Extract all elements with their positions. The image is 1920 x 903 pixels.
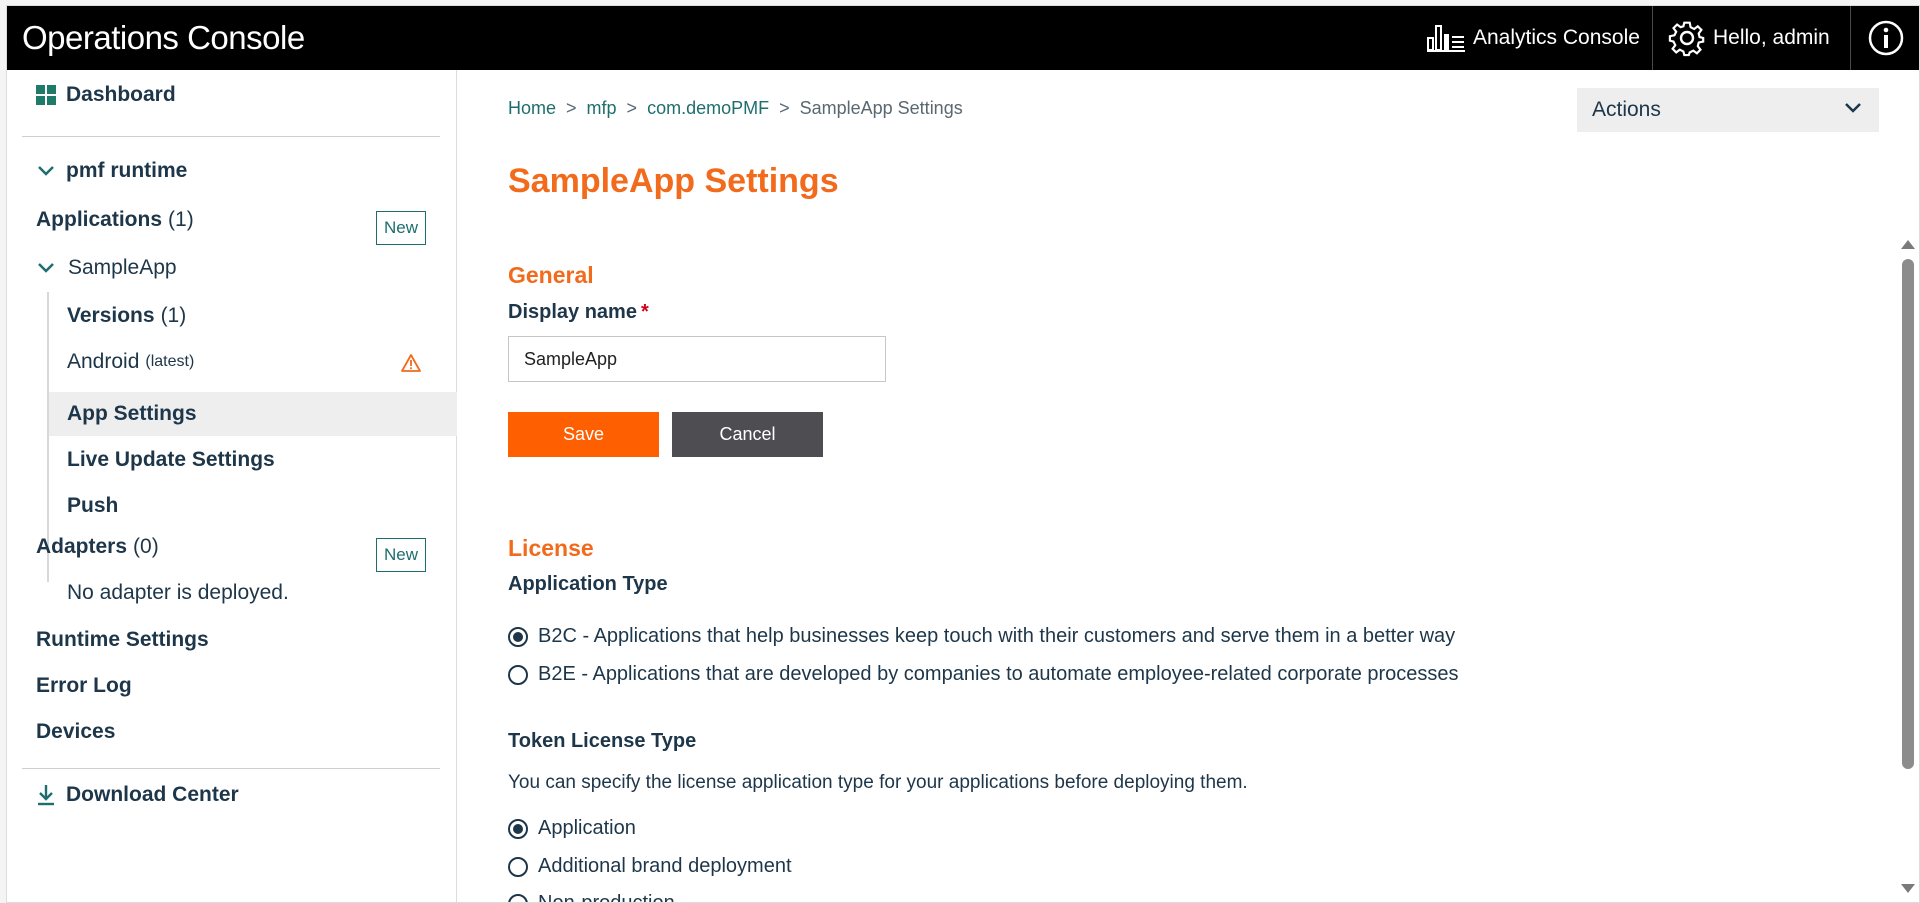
radio-b2e[interactable]: B2E - Applications that are developed by…	[508, 663, 1459, 686]
radio-button[interactable]	[508, 664, 528, 685]
save-button[interactable]: Save	[508, 412, 659, 457]
breadcrumb-separator: >	[779, 98, 790, 118]
sidebar-item-label: SampleApp	[68, 256, 177, 279]
sidebar-item-label: pmf runtime	[66, 159, 188, 182]
sidebar-item-label: Push	[67, 494, 119, 517]
breadcrumb-mfp[interactable]: mfp	[587, 98, 617, 119]
breadcrumb-separator: >	[566, 98, 577, 118]
required-marker: *	[640, 301, 649, 323]
radio-non-production[interactable]: Non-production	[508, 892, 675, 903]
sidebar-item-runtime[interactable]: pmf runtime	[36, 154, 187, 188]
radio-b2c[interactable]: B2C - Applications that help businesses …	[508, 625, 1455, 648]
user-greeting: Hello, admin	[1713, 26, 1830, 49]
sidebar-item-label: Error Log	[36, 674, 132, 697]
sidebar-item-label: Devices	[36, 720, 116, 743]
actions-dropdown-label: Actions	[1592, 98, 1661, 121]
sidebar-item-label: Versions	[67, 304, 155, 327]
sidebar-item-label: Download Center	[66, 783, 239, 806]
sidebar-item-label: App Settings	[67, 402, 197, 425]
gear-icon	[1668, 21, 1705, 57]
sidebar-item-label: Runtime Settings	[36, 628, 209, 651]
breadcrumb: Home > mfp > com.demoPMF > SampleApp Set…	[508, 98, 963, 119]
android-version-tag: (latest)	[145, 353, 195, 370]
sidebar-item-android[interactable]: Android (latest)	[67, 345, 194, 379]
app-title[interactable]: Operations Console	[22, 18, 305, 58]
radio-additional-brand[interactable]: Additional brand deployment	[508, 855, 792, 878]
analytics-console-label: Analytics Console	[1473, 26, 1640, 49]
bar-chart-icon	[1427, 25, 1465, 52]
radio-label: Application	[538, 817, 636, 839]
breadcrumb-separator: >	[626, 98, 638, 118]
sidebar-item-label: Live Update Settings	[67, 448, 275, 471]
sidebar: Dashboard pmf runtime Applications (1) N…	[7, 70, 457, 902]
radio-label: B2E - Applications that are developed by…	[538, 663, 1459, 685]
top-divider	[1652, 6, 1653, 70]
sidebar-item-runtime-settings[interactable]: Runtime Settings	[36, 623, 209, 657]
sidebar-item-applications[interactable]: Applications (1)	[36, 203, 194, 237]
sidebar-item-download-center[interactable]: Download Center	[36, 778, 239, 812]
analytics-console-link[interactable]: Analytics Console	[1427, 6, 1640, 70]
user-menu[interactable]: Hello, admin	[1667, 6, 1830, 70]
radio-button-checked[interactable]	[508, 626, 528, 647]
adapters-empty-message: No adapter is deployed.	[67, 576, 289, 610]
sidebar-divider	[22, 136, 440, 137]
radio-application[interactable]: Application	[508, 817, 636, 840]
license-section-title: License	[508, 535, 594, 561]
sidebar-item-label: Android	[67, 350, 140, 373]
scroll-up-arrow[interactable]	[1901, 240, 1915, 249]
sidebar-item-sampleapp[interactable]: SampleApp	[36, 251, 177, 285]
sidebar-item-error-log[interactable]: Error Log	[36, 669, 132, 703]
sidebar-item-label: Dashboard	[66, 83, 176, 106]
vertical-scrollbar[interactable]	[1898, 232, 1918, 902]
radio-label: Additional brand deployment	[538, 855, 792, 877]
empty-message-text: No adapter is deployed.	[67, 581, 289, 604]
sidebar-item-label: Applications	[36, 208, 163, 231]
sidebar-divider	[22, 768, 440, 769]
sidebar-item-adapters[interactable]: Adapters (0)	[36, 530, 159, 564]
radio-button[interactable]	[508, 893, 528, 902]
chevron-down-icon	[38, 166, 54, 176]
breadcrumb-home[interactable]: Home	[508, 98, 556, 119]
chevron-down-icon	[1845, 103, 1861, 113]
radio-label: Non-production	[538, 892, 675, 903]
token-license-type-label: Token License Type	[508, 730, 697, 752]
info-icon	[1868, 20, 1903, 56]
new-application-button[interactable]: New	[376, 211, 426, 245]
actions-dropdown[interactable]: Actions	[1577, 88, 1879, 132]
scrollbar-thumb[interactable]	[1902, 259, 1914, 769]
application-type-label: Application Type	[508, 573, 668, 595]
sidebar-item-app-settings[interactable]: App Settings	[67, 397, 197, 431]
applications-count: (1)	[168, 208, 194, 231]
display-name-label-text: Display name	[508, 301, 637, 323]
grid-icon	[36, 85, 56, 105]
scroll-down-arrow[interactable]	[1901, 884, 1915, 893]
warning-icon	[401, 354, 421, 372]
breadcrumb-runtime[interactable]: com.demoPMF	[647, 98, 769, 119]
sidebar-item-dashboard[interactable]: Dashboard	[36, 78, 176, 112]
main-content: Home > mfp > com.demoPMF > SampleApp Set…	[458, 70, 1919, 903]
general-section-title: General	[508, 262, 594, 288]
breadcrumb-current: SampleApp Settings	[799, 98, 963, 118]
console-window: Operations Console Analytics Console Hel…	[6, 5, 1920, 903]
chevron-down-icon	[38, 263, 54, 273]
radio-label: B2C - Applications that help businesses …	[538, 625, 1456, 647]
radio-button-checked[interactable]	[508, 818, 528, 839]
radio-button[interactable]	[508, 856, 528, 877]
top-bar: Operations Console Analytics Console Hel…	[7, 6, 1919, 70]
display-name-input[interactable]	[508, 336, 886, 382]
new-adapter-button[interactable]: New	[376, 538, 426, 572]
sidebar-item-label: Adapters	[36, 535, 128, 558]
download-icon	[38, 785, 54, 806]
token-license-description: You can specify the license application …	[508, 772, 1248, 793]
sidebar-item-devices[interactable]: Devices	[36, 715, 115, 749]
sidebar-item-live-update[interactable]: Live Update Settings	[67, 443, 275, 477]
page-title: SampleApp Settings	[508, 162, 839, 200]
cancel-button[interactable]: Cancel	[672, 412, 823, 457]
versions-count: (1)	[160, 304, 187, 327]
adapters-count: (0)	[133, 535, 159, 558]
sidebar-item-versions[interactable]: Versions (1)	[67, 299, 186, 333]
sidebar-item-push[interactable]: Push	[67, 489, 118, 523]
display-name-label: Display name *	[508, 301, 649, 324]
info-button[interactable]	[1850, 6, 1919, 70]
